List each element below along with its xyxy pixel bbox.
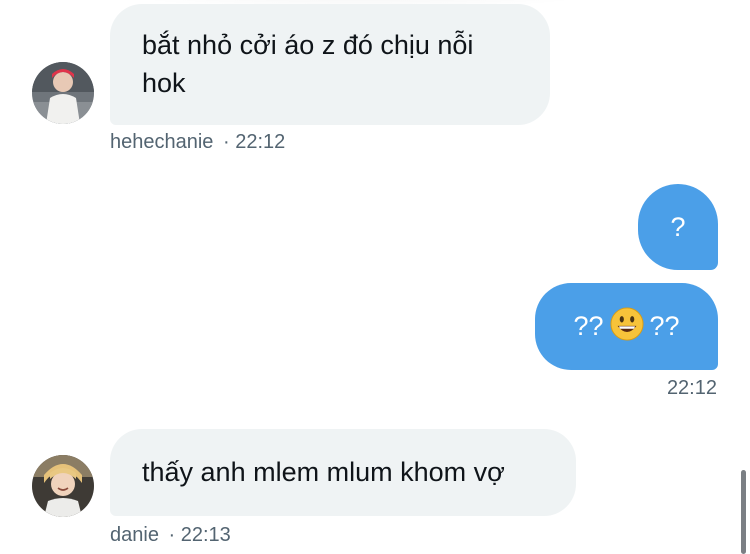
- message-meta: danie · 22:13: [110, 524, 231, 547]
- message-bubble-outgoing[interactable]: ?? ??: [535, 283, 718, 370]
- avatar-danie-image: [32, 455, 94, 517]
- message-text-after: ??: [649, 311, 680, 341]
- avatar-hehechanie[interactable]: [32, 62, 94, 124]
- message-bubble-incoming[interactable]: bắt nhỏ cởi áo z đó chịu nỗi hok: [110, 4, 550, 125]
- message-bubble-outgoing[interactable]: ?: [638, 184, 718, 270]
- message-text: thấy anh mlem mlum khom vợ: [142, 457, 505, 487]
- scrollbar-thumb[interactable]: [741, 470, 746, 554]
- avatar-danie[interactable]: [32, 455, 94, 517]
- grinning-face-emoji-icon: [609, 307, 644, 341]
- message-text-before: ??: [573, 311, 604, 341]
- message-timestamp: · 22:12: [223, 131, 286, 153]
- avatar-hehechanie-image: [32, 62, 94, 124]
- message-text: bắt nhỏ cởi áo z đó chịu nỗi hok: [142, 30, 474, 98]
- message-meta: hehechanie · 22:12: [110, 131, 285, 154]
- message-username[interactable]: hehechanie: [110, 131, 213, 153]
- message-meta: 22:12: [667, 377, 717, 400]
- message-bubble-incoming[interactable]: thấy anh mlem mlum khom vợ: [110, 429, 576, 516]
- message-timestamp: · 22:13: [168, 524, 231, 546]
- message-timestamp: 22:12: [666, 377, 717, 399]
- message-username[interactable]: danie: [110, 524, 159, 546]
- message-text: ?: [670, 212, 686, 242]
